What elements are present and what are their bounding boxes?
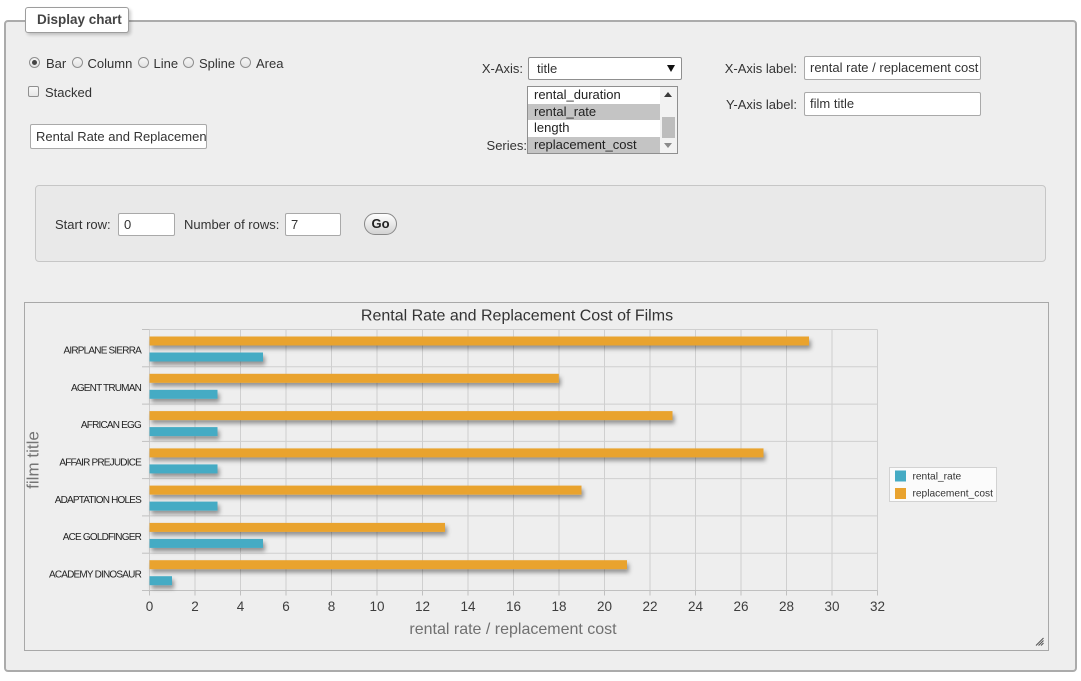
- svg-text:replacement_cost: replacement_cost: [913, 489, 994, 500]
- svg-text:0: 0: [146, 599, 154, 614]
- svg-text:film title: film title: [25, 431, 43, 489]
- svg-text:rental rate / replacement cost: rental rate / replacement cost: [409, 621, 617, 638]
- svg-text:20: 20: [597, 599, 612, 614]
- svg-text:12: 12: [415, 599, 430, 614]
- svg-text:ADAPTATION HOLES: ADAPTATION HOLES: [55, 495, 142, 506]
- svg-text:14: 14: [460, 599, 476, 614]
- svg-text:ACE GOLDFINGER: ACE GOLDFINGER: [63, 532, 142, 543]
- svg-text:8: 8: [328, 599, 336, 614]
- svg-text:18: 18: [551, 599, 566, 614]
- svg-text:AGENT TRUMAN: AGENT TRUMAN: [71, 383, 142, 394]
- svg-text:16: 16: [506, 599, 521, 614]
- svg-text:10: 10: [369, 599, 384, 614]
- svg-text:30: 30: [824, 599, 839, 614]
- svg-text:32: 32: [870, 599, 885, 614]
- svg-text:rental_rate: rental_rate: [913, 472, 962, 483]
- svg-text:2: 2: [191, 599, 199, 614]
- svg-text:22: 22: [642, 599, 657, 614]
- svg-text:ACADEMY DINOSAUR: ACADEMY DINOSAUR: [49, 569, 142, 580]
- svg-text:AFRICAN EGG: AFRICAN EGG: [81, 420, 142, 431]
- svg-text:28: 28: [779, 599, 794, 614]
- svg-text:4: 4: [237, 599, 245, 614]
- svg-text:Rental Rate and Replacement Co: Rental Rate and Replacement Cost of Film…: [361, 308, 673, 325]
- svg-text:6: 6: [282, 599, 290, 614]
- svg-text:AFFAIR PREJUDICE: AFFAIR PREJUDICE: [59, 458, 142, 469]
- svg-text:24: 24: [688, 599, 704, 614]
- svg-text:AIRPLANE SIERRA: AIRPLANE SIERRA: [64, 346, 143, 357]
- svg-text:26: 26: [733, 599, 748, 614]
